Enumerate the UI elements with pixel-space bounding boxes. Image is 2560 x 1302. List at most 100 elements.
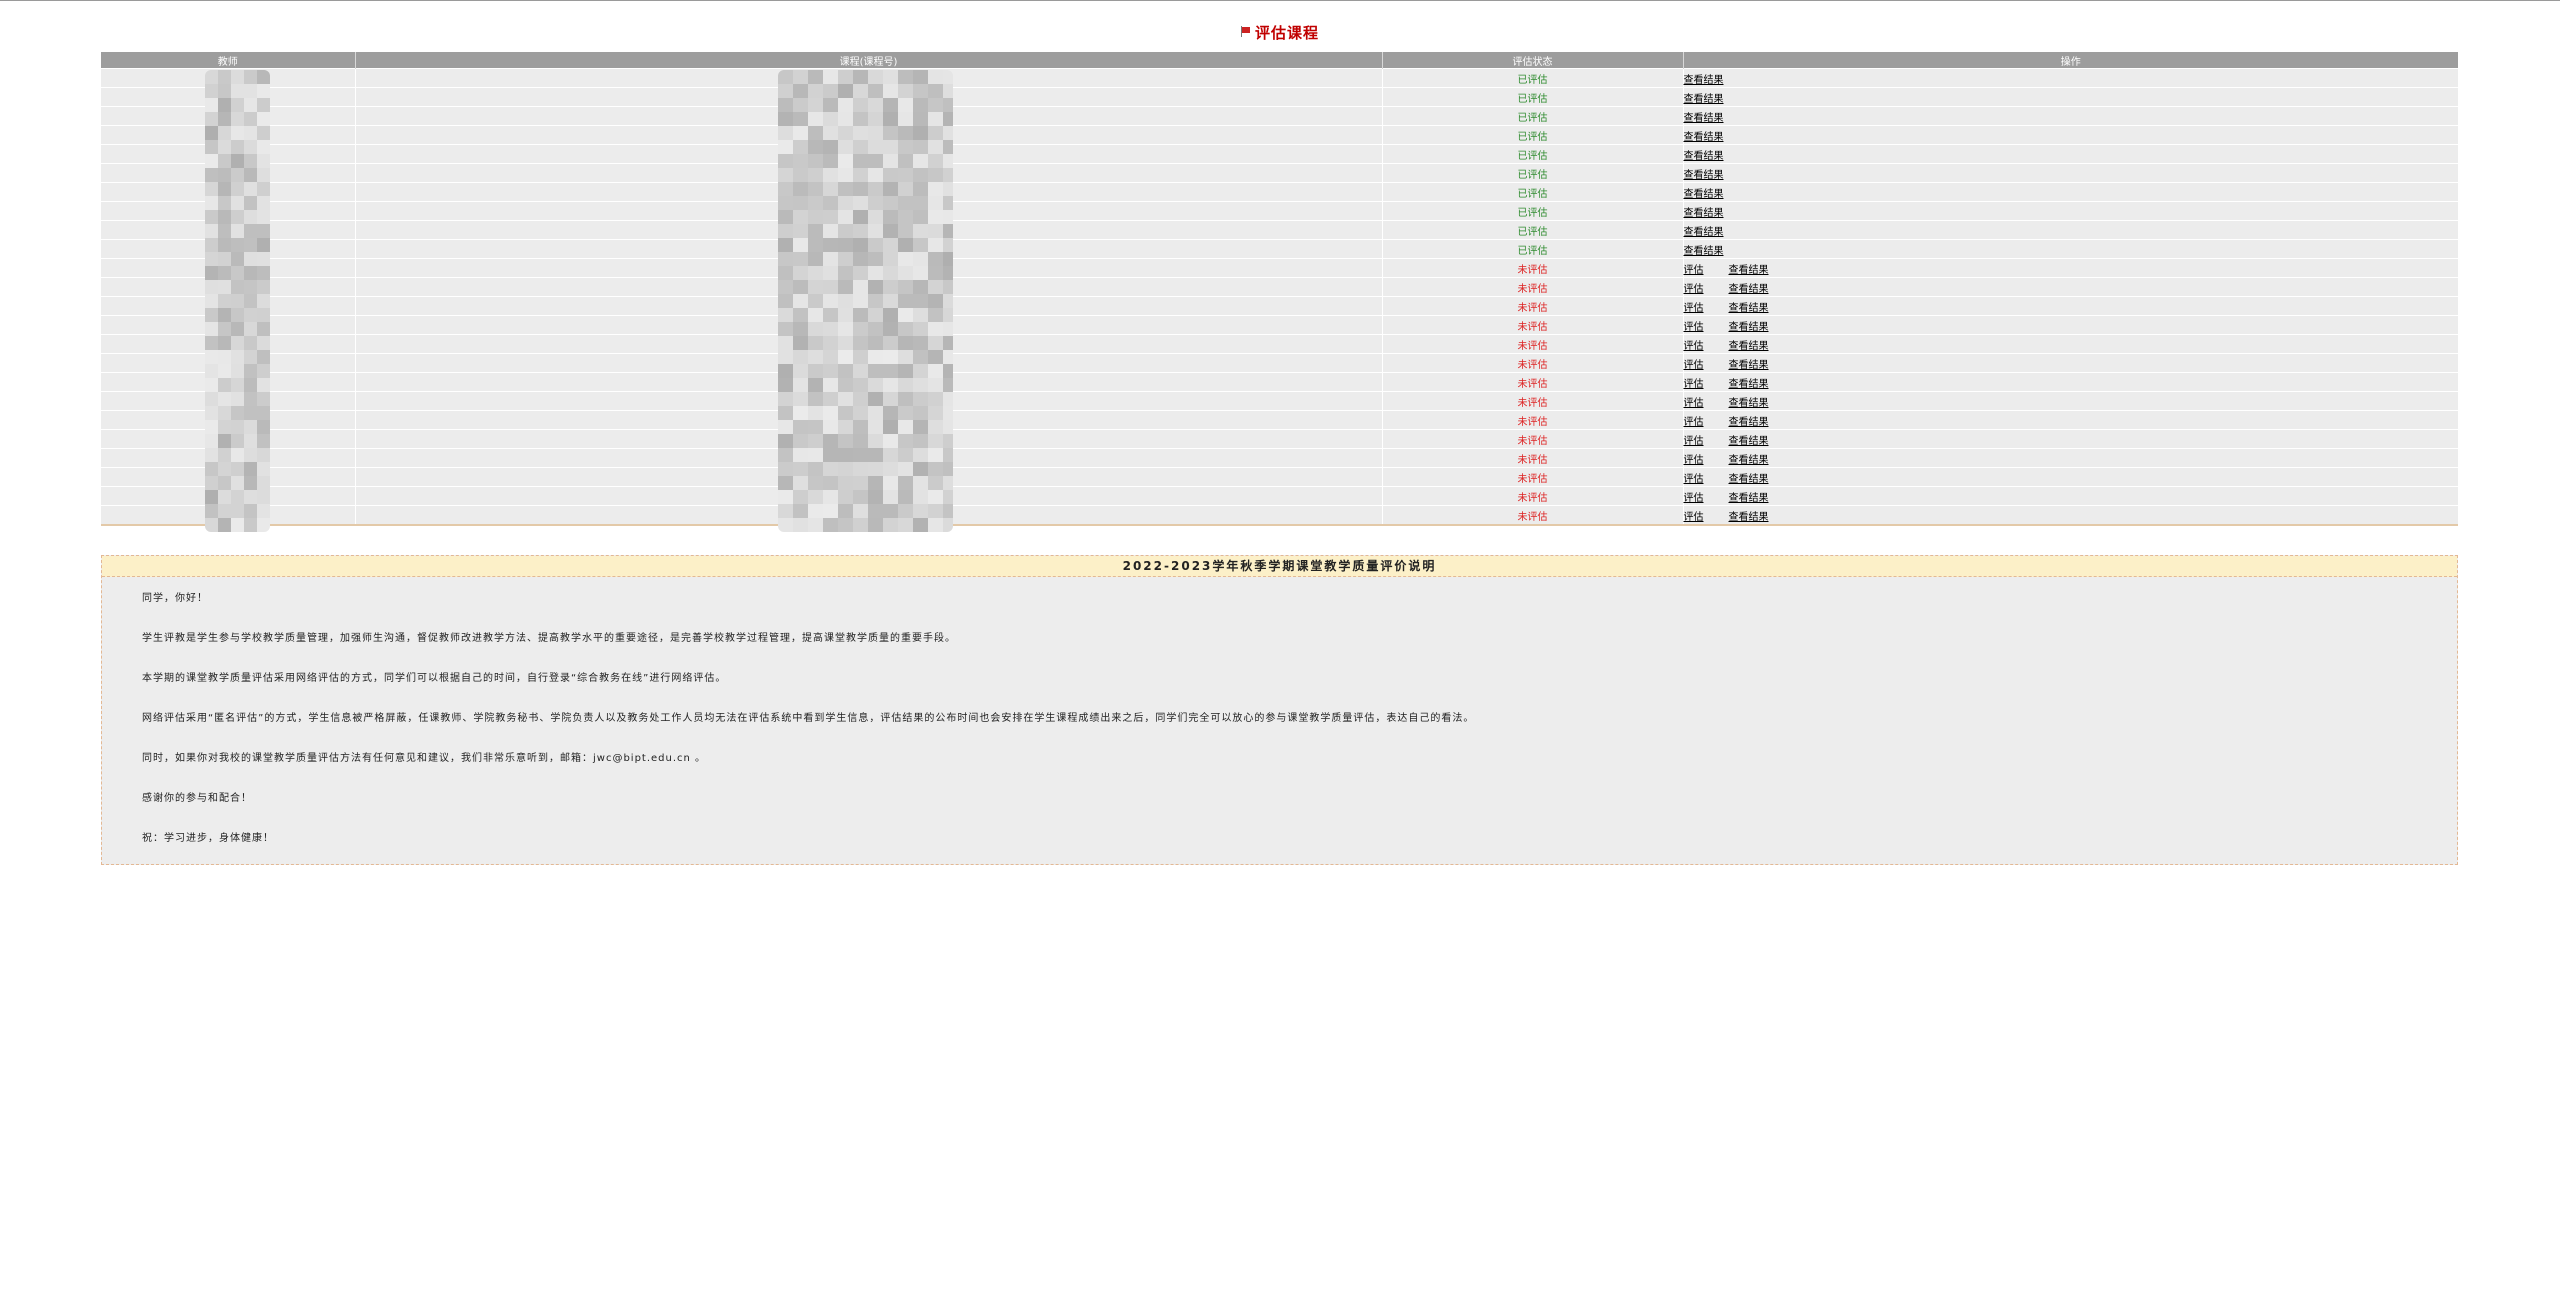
redaction-block: [205, 336, 218, 350]
redaction-block: [244, 392, 257, 406]
redaction-block: [943, 336, 953, 350]
evaluate-link[interactable]: 评估: [1684, 436, 1704, 447]
view-result-link[interactable]: 查看结果: [1684, 227, 1724, 238]
redaction-block: [868, 322, 883, 336]
redaction-block: [244, 364, 257, 378]
status-cell: 未评估: [1381, 353, 1683, 373]
redaction-block: [823, 308, 838, 322]
redaction-block: [868, 448, 883, 462]
redaction-block: [898, 112, 913, 126]
redaction-block: [868, 518, 883, 532]
evaluate-link[interactable]: 评估: [1684, 417, 1704, 428]
redaction-block: [853, 434, 868, 448]
evaluate-link[interactable]: 评估: [1684, 322, 1704, 333]
view-result-link[interactable]: 查看结果: [1684, 208, 1724, 219]
evaluate-link[interactable]: 评估: [1684, 493, 1704, 504]
redaction-block: [913, 168, 928, 182]
redaction-block: [257, 182, 270, 196]
redaction-block: [838, 476, 853, 490]
redaction-block: [244, 84, 257, 98]
view-result-link[interactable]: 查看结果: [1729, 303, 1769, 314]
view-result-link[interactable]: 查看结果: [1729, 284, 1769, 295]
redaction-block: [838, 518, 853, 532]
view-result-link[interactable]: 查看结果: [1729, 341, 1769, 352]
redaction-block: [853, 182, 868, 196]
redaction-block: [853, 210, 868, 224]
view-result-link[interactable]: 查看结果: [1729, 360, 1769, 371]
redaction-block: [823, 98, 838, 112]
evaluate-link[interactable]: 评估: [1684, 379, 1704, 390]
redaction-block: [823, 112, 838, 126]
redaction-block: [778, 140, 793, 154]
redaction-block: [883, 266, 898, 280]
redaction-block: [838, 154, 853, 168]
redaction-block: [853, 392, 868, 406]
redaction-block: [883, 252, 898, 266]
redaction-block: [231, 462, 244, 476]
redaction-block: [868, 336, 883, 350]
evaluate-link[interactable]: 评估: [1684, 455, 1704, 466]
view-result-link[interactable]: 查看结果: [1729, 398, 1769, 409]
view-result-link[interactable]: 查看结果: [1729, 322, 1769, 333]
redaction-block: [868, 238, 883, 252]
redaction-block: [205, 224, 218, 238]
redaction-block: [853, 350, 868, 364]
view-result-link[interactable]: 查看结果: [1729, 379, 1769, 390]
redaction-block: [218, 224, 231, 238]
redaction-block: [898, 364, 913, 378]
redaction-block: [898, 266, 913, 280]
view-result-link[interactable]: 查看结果: [1684, 189, 1724, 200]
view-result-link[interactable]: 查看结果: [1684, 151, 1724, 162]
redaction-block: [244, 518, 257, 532]
evaluate-link[interactable]: 评估: [1684, 265, 1704, 276]
redaction-block: [853, 84, 868, 98]
view-result-link[interactable]: 查看结果: [1729, 493, 1769, 504]
redaction-block: [778, 476, 793, 490]
view-result-link[interactable]: 查看结果: [1684, 246, 1724, 257]
evaluate-link[interactable]: 评估: [1684, 360, 1704, 371]
redaction-block: [943, 294, 953, 308]
redaction-block: [778, 252, 793, 266]
evaluate-link[interactable]: 评估: [1684, 474, 1704, 485]
redaction-block: [231, 224, 244, 238]
evaluate-link[interactable]: 评估: [1684, 512, 1704, 523]
redaction-block: [257, 294, 270, 308]
evaluate-link[interactable]: 评估: [1684, 398, 1704, 409]
view-result-link[interactable]: 查看结果: [1729, 436, 1769, 447]
redaction-block: [898, 196, 913, 210]
redaction-block: [943, 224, 953, 238]
redaction-block: [928, 476, 943, 490]
view-result-link[interactable]: 查看结果: [1729, 455, 1769, 466]
evaluate-link[interactable]: 评估: [1684, 303, 1704, 314]
view-result-link[interactable]: 查看结果: [1729, 417, 1769, 428]
redaction-block: [883, 238, 898, 252]
redaction-block: [231, 378, 244, 392]
view-result-link[interactable]: 查看结果: [1729, 265, 1769, 276]
view-result-link[interactable]: 查看结果: [1684, 132, 1724, 143]
redaction-block: [257, 70, 270, 84]
view-result-link[interactable]: 查看结果: [1684, 75, 1724, 86]
redaction-block: [808, 448, 823, 462]
redaction-block: [218, 350, 231, 364]
redaction-block: [898, 224, 913, 238]
evaluate-link[interactable]: 评估: [1684, 341, 1704, 352]
view-result-link[interactable]: 查看结果: [1684, 113, 1724, 124]
table-row: 未评估 评估 查看结果: [101, 353, 2458, 373]
redaction-block: [943, 168, 953, 182]
redaction-block: [205, 308, 218, 322]
redaction-block: [778, 168, 793, 182]
redaction-block: [913, 392, 928, 406]
redaction-block: [913, 154, 928, 168]
view-result-link[interactable]: 查看结果: [1684, 170, 1724, 181]
redaction-block: [943, 196, 953, 210]
redaction-block: [257, 154, 270, 168]
table-row: 未评估 评估 查看结果: [101, 410, 2458, 430]
redaction-block: [823, 434, 838, 448]
view-result-link[interactable]: 查看结果: [1729, 512, 1769, 523]
view-result-link[interactable]: 查看结果: [1684, 94, 1724, 105]
view-result-link[interactable]: 查看结果: [1729, 474, 1769, 485]
evaluate-link[interactable]: 评估: [1684, 284, 1704, 295]
table-row: 已评估 查看结果: [101, 239, 2458, 259]
redaction-block: [793, 210, 808, 224]
redaction-block: [793, 490, 808, 504]
